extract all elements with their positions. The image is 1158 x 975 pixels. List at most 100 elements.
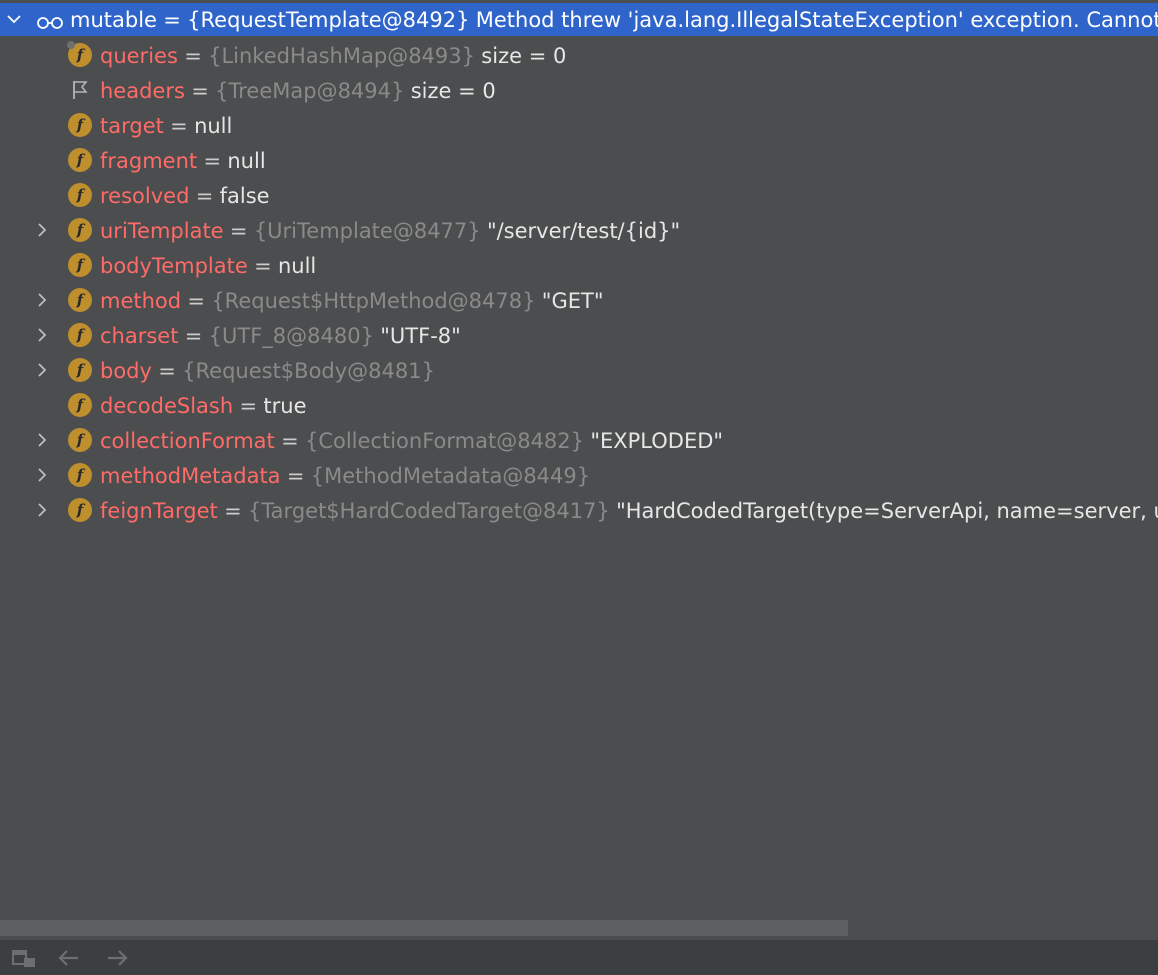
field-badge-letter: f bbox=[76, 501, 84, 519]
arrow-right-icon bbox=[104, 947, 130, 973]
field-text: method = {Request$HttpMethod@8478} "GET" bbox=[100, 289, 603, 313]
equals-sign: = bbox=[158, 358, 176, 383]
restore-layout-icon bbox=[11, 947, 37, 973]
equals-sign: = bbox=[229, 218, 248, 243]
field-value: null bbox=[277, 253, 317, 278]
object-reference: {CollectionFormat@8482} bbox=[304, 428, 585, 453]
field-text: charset = {UTF_8@8480} "UTF-8" bbox=[100, 324, 461, 348]
chevron-down-icon[interactable] bbox=[4, 9, 24, 29]
object-reference: {UTF_8@8480} bbox=[208, 323, 374, 348]
restore-layout-button[interactable] bbox=[10, 948, 38, 972]
field-icon: f bbox=[68, 323, 92, 347]
equals-sign: = bbox=[286, 463, 305, 488]
object-reference: {RequestTemplate@8492} bbox=[187, 7, 470, 32]
object-reference: {UriTemplate@8477} bbox=[253, 218, 481, 243]
object-reference: {TreeMap@8494} bbox=[215, 78, 405, 103]
field-badge-letter: f bbox=[76, 151, 84, 169]
field-badge-letter: f bbox=[76, 186, 84, 204]
field-text: decodeSlash = true bbox=[100, 394, 307, 418]
tree-row-feignTarget[interactable]: f feignTarget = {Target$HardCodedTarget@841… bbox=[0, 493, 1158, 528]
tree-row-bodyTemplate[interactable]: f bodyTemplate = null bbox=[0, 248, 1158, 283]
field-icon: f bbox=[68, 288, 92, 312]
equals-sign: = bbox=[203, 148, 222, 173]
field-value: "GET" bbox=[541, 288, 604, 313]
field-locked-icon: f bbox=[67, 41, 92, 67]
field-icon: f bbox=[68, 498, 92, 522]
chevron-right-icon[interactable] bbox=[32, 325, 52, 345]
tree-row-root[interactable]: mutable = {RequestTemplate@8492} Method … bbox=[0, 3, 1158, 36]
field-icon: f bbox=[68, 358, 92, 382]
field-value: null bbox=[227, 148, 266, 173]
chevron-right-icon[interactable] bbox=[32, 430, 52, 450]
field-text: methodMetadata = {MethodMetadata@8449} bbox=[100, 464, 590, 488]
tree-row-methodMetadata[interactable]: f methodMetadata = {MethodMetadata@8449} bbox=[0, 458, 1158, 493]
field-name: method bbox=[100, 288, 182, 313]
root-text: mutable = {RequestTemplate@8492} Method … bbox=[70, 8, 1158, 32]
tree-row-resolved[interactable]: f resolved = false bbox=[0, 178, 1158, 213]
field-value: "EXPLODED" bbox=[590, 428, 724, 453]
field-text: collectionFormat = {CollectionFormat@8482}… bbox=[100, 429, 723, 453]
field-badge-letter: f bbox=[76, 361, 84, 379]
field-text: bodyTemplate = null bbox=[100, 254, 316, 278]
object-reference: {Request$Body@8481} bbox=[182, 358, 435, 383]
field-badge-letter: f bbox=[76, 431, 84, 449]
equals-sign: = bbox=[239, 393, 258, 418]
field-name: collectionFormat bbox=[100, 428, 275, 453]
tree-row-body[interactable]: f body = {Request$Body@8481} bbox=[0, 353, 1158, 388]
chevron-right-icon[interactable] bbox=[32, 220, 52, 240]
tree-row-fragment[interactable]: f fragment = null bbox=[0, 143, 1158, 178]
object-reference: {Target$HardCodedTarget@8417} bbox=[247, 498, 610, 523]
field-name: decodeSlash bbox=[100, 393, 234, 418]
field-text: headers = {TreeMap@8494} size = 0 bbox=[100, 79, 496, 103]
field-name: resolved bbox=[100, 183, 190, 208]
chevron-right-icon[interactable] bbox=[32, 500, 52, 520]
tree-row-queries[interactable]: f queries = {LinkedHashMap@8493} size = 0 bbox=[0, 38, 1158, 73]
equals-sign: = bbox=[281, 428, 299, 453]
arrow-left-icon bbox=[56, 947, 82, 973]
tree-row-target[interactable]: f target = null bbox=[0, 108, 1158, 143]
chevron-right-icon[interactable] bbox=[32, 360, 52, 380]
field-name: fragment bbox=[100, 148, 198, 173]
field-badge-letter: f bbox=[76, 466, 84, 484]
field-text: body = {Request$Body@8481} bbox=[100, 359, 435, 383]
field-icon: f bbox=[68, 253, 92, 277]
tree-row-uriTemplate[interactable]: f uriTemplate = {UriTemplate@8477} "/server/… bbox=[0, 213, 1158, 248]
chevron-right-icon[interactable] bbox=[32, 465, 52, 485]
forward-button[interactable] bbox=[103, 948, 131, 972]
watch-glasses-icon bbox=[36, 12, 64, 29]
field-icon: f bbox=[68, 218, 92, 242]
horizontal-scrollbar-thumb[interactable] bbox=[0, 920, 848, 936]
field-name: bodyTemplate bbox=[100, 253, 248, 278]
object-reference: {LinkedHashMap@8493} bbox=[208, 43, 475, 68]
object-reference: {Request$HttpMethod@8478} bbox=[211, 288, 536, 313]
field-name: body bbox=[100, 358, 152, 383]
field-text: queries = {LinkedHashMap@8493} size = 0 bbox=[100, 44, 566, 68]
equals-sign: = bbox=[163, 7, 181, 32]
debugger-variables-panel: mutable = {RequestTemplate@8492} Method … bbox=[0, 0, 1158, 975]
tree-row-headers[interactable]: headers = {TreeMap@8494} size = 0 bbox=[0, 73, 1158, 108]
tree-row-decodeSlash[interactable]: f decodeSlash = true bbox=[0, 388, 1158, 423]
variables-tree: mutable = {RequestTemplate@8492} Method … bbox=[0, 0, 1158, 918]
field-value: size = 0 bbox=[481, 43, 567, 68]
field-badge-letter: f bbox=[76, 221, 84, 239]
field-value: "UTF-8" bbox=[380, 323, 461, 348]
tree-row-charset[interactable]: f charset = {UTF_8@8480} "UTF-8" bbox=[0, 318, 1158, 353]
tree-row-collectionFormat[interactable]: f collectionFormat = {CollectionFormat@8482… bbox=[0, 423, 1158, 458]
field-badge-letter: f bbox=[76, 116, 84, 134]
field-name: uriTemplate bbox=[100, 218, 224, 243]
field-text: resolved = false bbox=[100, 184, 270, 208]
tree-row-method[interactable]: f method = {Request$HttpMethod@8478} "GET" bbox=[0, 283, 1158, 318]
equals-sign: = bbox=[224, 498, 242, 523]
field-icon: f bbox=[68, 428, 92, 452]
field-badge-letter: f bbox=[76, 256, 84, 274]
back-button[interactable] bbox=[55, 948, 83, 972]
field-value: true bbox=[263, 393, 307, 418]
equals-sign: = bbox=[170, 113, 188, 138]
field-icon: f bbox=[68, 183, 92, 207]
object-reference: {MethodMetadata@8449} bbox=[310, 463, 591, 488]
variable-name: mutable bbox=[70, 7, 157, 32]
field-icon: f bbox=[68, 393, 92, 417]
field-badge-letter: f bbox=[76, 46, 84, 64]
chevron-right-icon[interactable] bbox=[32, 290, 52, 310]
field-badge-letter: f bbox=[76, 291, 84, 309]
